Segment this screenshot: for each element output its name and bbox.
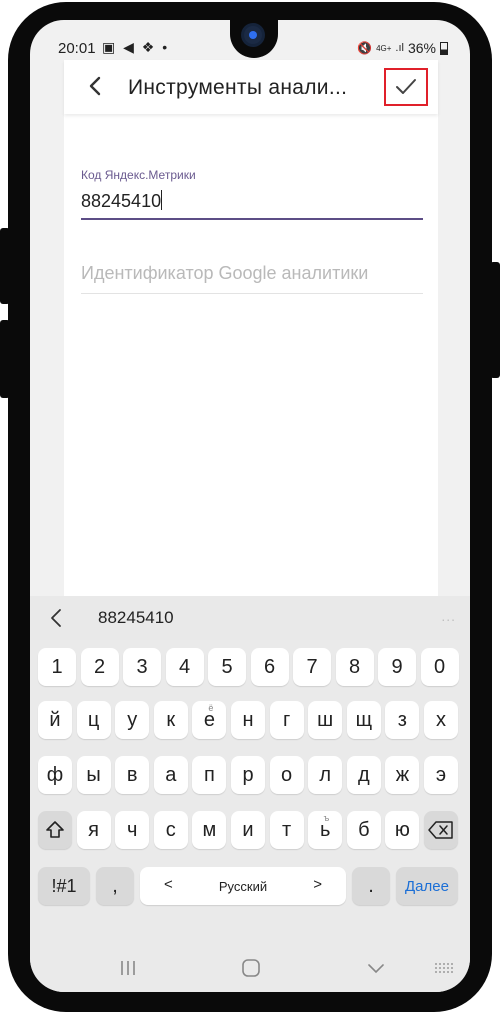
- home-icon[interactable]: [241, 958, 261, 978]
- more-options-icon[interactable]: ...: [441, 608, 456, 624]
- next-key[interactable]: Далее: [396, 867, 458, 905]
- key-1[interactable]: 1: [38, 648, 76, 686]
- key-д[interactable]: д: [346, 756, 381, 794]
- suggestion-word[interactable]: 88245410: [98, 608, 174, 628]
- symbols-key[interactable]: !#1: [38, 867, 90, 905]
- key-7[interactable]: 7: [293, 648, 331, 686]
- backspace-icon: [428, 821, 453, 839]
- chevron-left-icon[interactable]: [84, 74, 108, 98]
- suggestion-bar: 88245410 ...: [30, 596, 470, 640]
- key-н[interactable]: н: [231, 701, 265, 739]
- key-г[interactable]: г: [269, 701, 304, 739]
- yandex-metrica-label: Код Яндекс.Метрики: [81, 168, 196, 182]
- settings-card: Инструменты анали... Код Яндекс.Метрики …: [64, 60, 438, 620]
- telegram-icon: ◀: [123, 39, 136, 55]
- yandex-field-underline: [81, 218, 423, 220]
- gallery-icon: ▣: [102, 39, 118, 55]
- navigation-bar: [30, 946, 470, 992]
- network-label: 4G+: [376, 43, 392, 53]
- text-cursor: [161, 190, 163, 210]
- status-notification-icons: ▣ ◀ ❖ •: [102, 39, 169, 56]
- dot-icon: •: [162, 39, 170, 55]
- key-2[interactable]: 2: [80, 648, 119, 686]
- screen: 20:01 ▣ ◀ ❖ • 🔇 4G+ .ıl 36% Инструменты …: [30, 20, 470, 992]
- power-button: [0, 320, 10, 398]
- google-analytics-input[interactable]: Идентификатор Google аналитики: [81, 263, 368, 284]
- space-language-label: Русский: [218, 878, 268, 894]
- shift-key[interactable]: [38, 811, 72, 849]
- key-ф[interactable]: ф: [38, 756, 72, 794]
- google-field-underline: [81, 293, 423, 294]
- key-3[interactable]: 3: [123, 648, 161, 686]
- key-в[interactable]: в: [115, 756, 150, 794]
- key-э[interactable]: э: [424, 756, 458, 794]
- status-time: 20:01: [58, 40, 96, 57]
- key-о[interactable]: о: [269, 756, 304, 794]
- yandex-metrica-value: 88245410: [81, 191, 162, 211]
- key-5[interactable]: 5: [208, 648, 246, 686]
- key-з[interactable]: з: [385, 701, 420, 739]
- space-right-arrow: >: [313, 876, 322, 893]
- key-е[interactable]: её: [192, 701, 227, 739]
- space-left-arrow: <: [164, 876, 173, 893]
- key-л[interactable]: л: [308, 756, 343, 794]
- recent-apps-icon[interactable]: [118, 958, 138, 978]
- yandex-metrica-input[interactable]: 88245410: [81, 190, 163, 212]
- key-e-hint: ё: [208, 703, 214, 713]
- hide-keyboard-icon[interactable]: [366, 958, 386, 978]
- key-п[interactable]: п: [192, 756, 227, 794]
- period-key[interactable]: .: [352, 867, 390, 905]
- keyboard-switch-icon[interactable]: [433, 958, 455, 978]
- key-й[interactable]: й: [38, 701, 72, 739]
- space-key[interactable]: < Русский >: [140, 867, 346, 905]
- comma-key[interactable]: ,: [96, 867, 134, 905]
- key-8[interactable]: 8: [335, 648, 374, 686]
- key-х[interactable]: х: [424, 701, 458, 739]
- side-button: [490, 262, 500, 378]
- key-ш[interactable]: ш: [308, 701, 343, 739]
- battery-icon: [440, 41, 448, 55]
- key-ц[interactable]: ц: [76, 701, 111, 739]
- key-soft-hint: ъ: [323, 813, 330, 823]
- key-0[interactable]: 0: [420, 648, 459, 686]
- key-а[interactable]: а: [153, 756, 188, 794]
- mute-icon: 🔇: [357, 41, 373, 55]
- checkmark-icon: [396, 79, 416, 94]
- front-camera: [230, 20, 278, 58]
- key-т[interactable]: т: [269, 811, 304, 849]
- key-б[interactable]: б: [346, 811, 381, 849]
- key-ю[interactable]: ю: [385, 811, 420, 849]
- key-и[interactable]: и: [231, 811, 265, 849]
- key-щ[interactable]: щ: [346, 701, 381, 739]
- key-4[interactable]: 4: [165, 648, 204, 686]
- key-я[interactable]: я: [76, 811, 111, 849]
- key-ы[interactable]: ы: [76, 756, 111, 794]
- key-ч[interactable]: ч: [115, 811, 150, 849]
- key-к[interactable]: к: [153, 701, 188, 739]
- status-right: 🔇 4G+ .ıl 36%: [357, 40, 448, 56]
- app-bar: Инструменты анали...: [64, 60, 438, 114]
- chevron-left-icon[interactable]: [48, 608, 64, 628]
- key-м[interactable]: м: [192, 811, 227, 849]
- app-icon: ❖: [141, 39, 157, 55]
- key-ь[interactable]: ьъ: [308, 811, 343, 849]
- shift-icon: [46, 821, 64, 838]
- save-button[interactable]: [384, 68, 428, 106]
- volume-button: [0, 228, 10, 304]
- on-screen-keyboard: 88245410 ... 1 2 3 4 5 6 7 8 9 0 й ц у к…: [30, 596, 470, 992]
- key-ж[interactable]: ж: [385, 756, 420, 794]
- key-у[interactable]: у: [115, 701, 150, 739]
- key-с[interactable]: с: [153, 811, 188, 849]
- backspace-key[interactable]: [424, 811, 458, 849]
- camera-lens: [244, 26, 262, 44]
- key-р[interactable]: р: [231, 756, 265, 794]
- signal-icon: .ıl: [395, 42, 404, 54]
- key-9[interactable]: 9: [378, 648, 416, 686]
- page-title: Инструменты анали...: [128, 76, 348, 99]
- battery-label: 36%: [407, 40, 436, 56]
- key-6[interactable]: 6: [250, 648, 289, 686]
- status-bar: 20:01 ▣ ◀ ❖ • 🔇 4G+ .ıl 36%: [30, 20, 470, 64]
